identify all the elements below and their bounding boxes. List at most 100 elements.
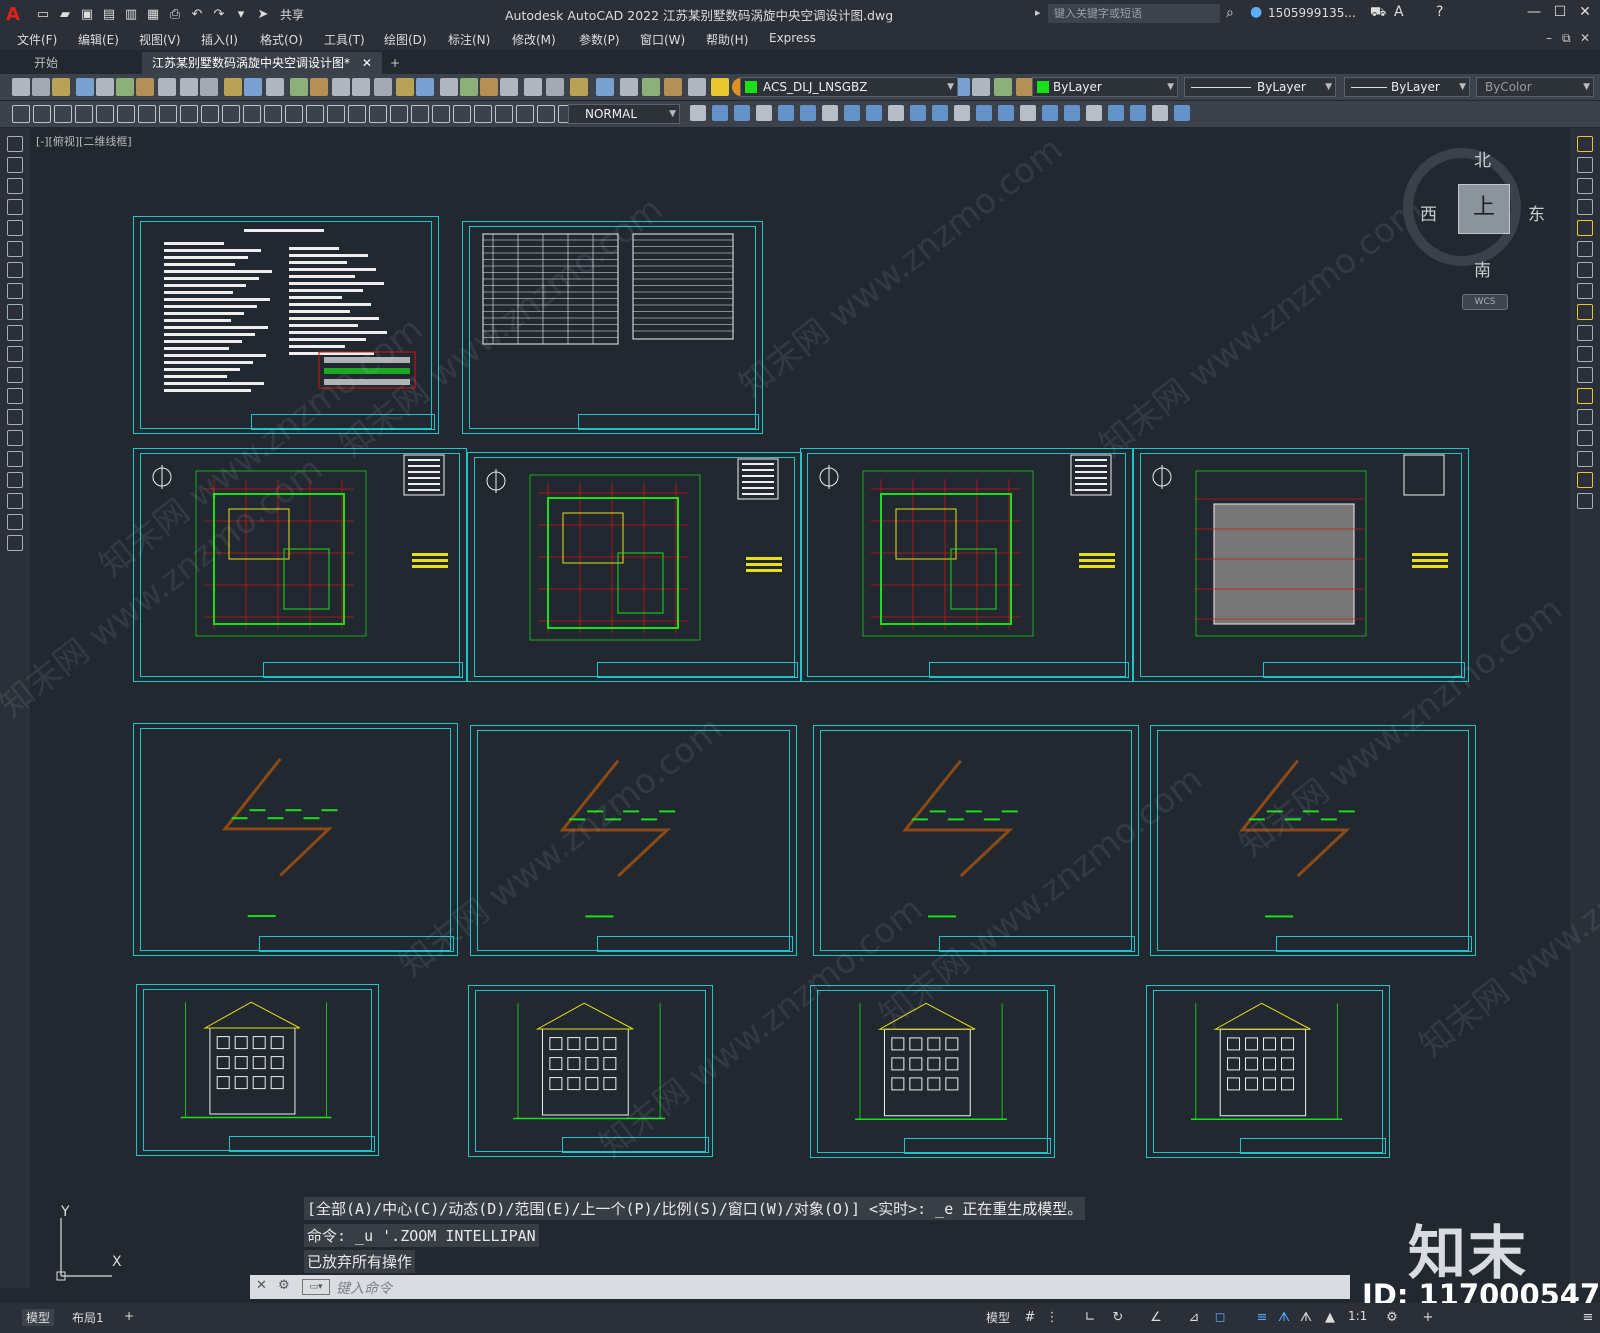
drawing-sheet[interactable]	[133, 723, 458, 956]
snap-icon[interactable]: ⋮	[1044, 1310, 1060, 1326]
dimension-tool-icon[interactable]	[264, 105, 282, 123]
autocad-logo-icon[interactable]: A	[6, 2, 32, 26]
toolbar-tool-icon[interactable]	[396, 78, 414, 96]
modify-palette-icon[interactable]	[1577, 388, 1593, 404]
osnap-tracking-icon[interactable]: ∠	[1148, 1310, 1164, 1326]
modify-palette-icon[interactable]	[1577, 325, 1593, 341]
toolbar-tool-icon[interactable]	[52, 78, 70, 96]
drawing-sheet[interactable]	[462, 221, 763, 434]
model-viewport[interactable]: [-][俯视][二维线框]	[30, 128, 1570, 1288]
command-input[interactable]: 键入命令	[336, 1278, 392, 1298]
modify-tool-icon[interactable]	[1086, 105, 1102, 121]
toolbar-tool-icon[interactable]	[664, 78, 682, 96]
layer-tool-icon[interactable]	[972, 78, 990, 96]
draw-tool-icon[interactable]	[7, 304, 23, 320]
toolbar-tool-icon[interactable]	[620, 78, 638, 96]
menu-modify[interactable]: 修改(M)	[512, 31, 556, 48]
drawing-sheet[interactable]	[1150, 725, 1476, 956]
draw-tool-icon[interactable]	[7, 514, 23, 530]
toolbar-tool-icon[interactable]	[310, 78, 328, 96]
drawing-sheet[interactable]	[467, 452, 802, 682]
minimize-button[interactable]: —	[1523, 4, 1545, 24]
annotation-monitor-icon[interactable]: +	[1420, 1310, 1436, 1326]
modify-tool-icon[interactable]	[756, 105, 772, 121]
layer-dropdown[interactable]: ACS_DLJ_LNSGBZ ▼	[740, 77, 958, 97]
save-as-icon[interactable]: ▤	[98, 3, 120, 25]
menu-dimension[interactable]: 标注(N)	[448, 31, 490, 48]
layer-tool-icon[interactable]	[994, 78, 1012, 96]
modify-tool-icon[interactable]	[1064, 105, 1080, 121]
auto-scale-icon[interactable]: ᗑ	[1298, 1310, 1314, 1326]
draw-tool-icon[interactable]	[7, 157, 23, 173]
model-space-button[interactable]: 模型	[986, 1309, 1010, 1326]
dimension-tool-icon[interactable]	[159, 105, 177, 123]
dimension-tool-icon[interactable]	[537, 105, 555, 123]
modify-palette-icon[interactable]	[1577, 430, 1593, 446]
modify-tool-icon[interactable]	[778, 105, 794, 121]
modify-tool-icon[interactable]	[910, 105, 926, 121]
draw-tool-icon[interactable]	[7, 430, 23, 446]
modify-tool-icon[interactable]	[1174, 105, 1190, 121]
maximize-button[interactable]: ☐	[1549, 4, 1571, 24]
toolbar-tool-icon[interactable]	[546, 78, 564, 96]
toolbar-tool-icon[interactable]	[416, 78, 434, 96]
annotation-visibility-icon[interactable]: ᗑ	[1276, 1310, 1292, 1326]
lineweight-dropdown[interactable]: ByLayer ▼	[1344, 77, 1470, 97]
toolbar-tool-icon[interactable]	[244, 78, 262, 96]
toolbar-tool-icon[interactable]	[570, 78, 588, 96]
toolbar-tool-icon[interactable]	[76, 78, 94, 96]
draw-tool-icon[interactable]	[7, 262, 23, 278]
help-icon[interactable]: ?	[1436, 4, 1443, 20]
plotstyle-dropdown[interactable]: ByColor ▼	[1476, 77, 1594, 97]
dimension-tool-icon[interactable]	[474, 105, 492, 123]
toolbar-tool-icon[interactable]	[374, 78, 392, 96]
menu-tools[interactable]: 工具(T)	[324, 31, 365, 48]
toolbar-tool-icon[interactable]	[290, 78, 308, 96]
dimension-tool-icon[interactable]	[369, 105, 387, 123]
dimension-tool-icon[interactable]	[285, 105, 303, 123]
drawing-sheet[interactable]	[810, 985, 1055, 1158]
compass-north[interactable]: 北	[1474, 146, 1491, 171]
draw-tool-icon[interactable]	[7, 409, 23, 425]
toolbar-tool-icon[interactable]	[524, 78, 542, 96]
modify-tool-icon[interactable]	[690, 105, 706, 121]
ortho-icon[interactable]: ∟	[1082, 1310, 1098, 1326]
open-file-icon[interactable]: ▰	[54, 3, 76, 25]
customize-status-icon[interactable]: ≡	[1580, 1310, 1596, 1326]
command-close-icon[interactable]: ✕	[256, 1278, 267, 1293]
modify-palette-icon[interactable]	[1577, 199, 1593, 215]
toolbar-tool-icon[interactable]	[642, 78, 660, 96]
compass-south[interactable]: 南	[1474, 256, 1491, 281]
drawing-sheet[interactable]	[133, 216, 439, 434]
modify-palette-icon[interactable]	[1577, 304, 1593, 320]
draw-tool-icon[interactable]	[7, 325, 23, 341]
tab-close-icon[interactable]: ✕	[362, 56, 372, 70]
recent-commands-icon[interactable]: ▭▾	[302, 1279, 330, 1295]
toolbar-tool-icon[interactable]	[136, 78, 154, 96]
print-icon[interactable]: ⎙	[164, 3, 186, 25]
modify-tool-icon[interactable]	[1020, 105, 1036, 121]
dimension-tool-icon[interactable]	[201, 105, 219, 123]
layout1-tab[interactable]: 布局1	[72, 1309, 104, 1326]
publish-icon[interactable]: ▥	[120, 3, 142, 25]
modify-tool-icon[interactable]	[932, 105, 948, 121]
annotation-scale-icon[interactable]: ▲	[1322, 1310, 1338, 1326]
modify-palette-icon[interactable]	[1577, 241, 1593, 257]
grid-icon[interactable]: #	[1022, 1310, 1038, 1326]
polar-icon[interactable]: ↻	[1110, 1310, 1126, 1326]
draw-tool-icon[interactable]	[7, 178, 23, 194]
modify-tool-icon[interactable]	[734, 105, 750, 121]
menu-file[interactable]: 文件(F)	[17, 31, 57, 48]
modify-tool-icon[interactable]	[998, 105, 1014, 121]
object-snap-icon[interactable]: ◻	[1212, 1310, 1228, 1326]
dimension-tool-icon[interactable]	[180, 105, 198, 123]
drawing-sheet[interactable]	[813, 725, 1139, 956]
modify-palette-icon[interactable]	[1577, 220, 1593, 236]
tab-drawing[interactable]: 江苏某别墅数码涡旋中央空调设计图* ✕	[142, 52, 382, 74]
search-input[interactable]: 键入关键字或短语	[1048, 4, 1220, 23]
new-file-icon[interactable]: ▭	[32, 3, 54, 25]
modify-tool-icon[interactable]	[822, 105, 838, 121]
draw-tool-icon[interactable]	[7, 346, 23, 362]
toolbar-tool-icon[interactable]	[352, 78, 370, 96]
drawing-sheet[interactable]	[133, 448, 467, 682]
